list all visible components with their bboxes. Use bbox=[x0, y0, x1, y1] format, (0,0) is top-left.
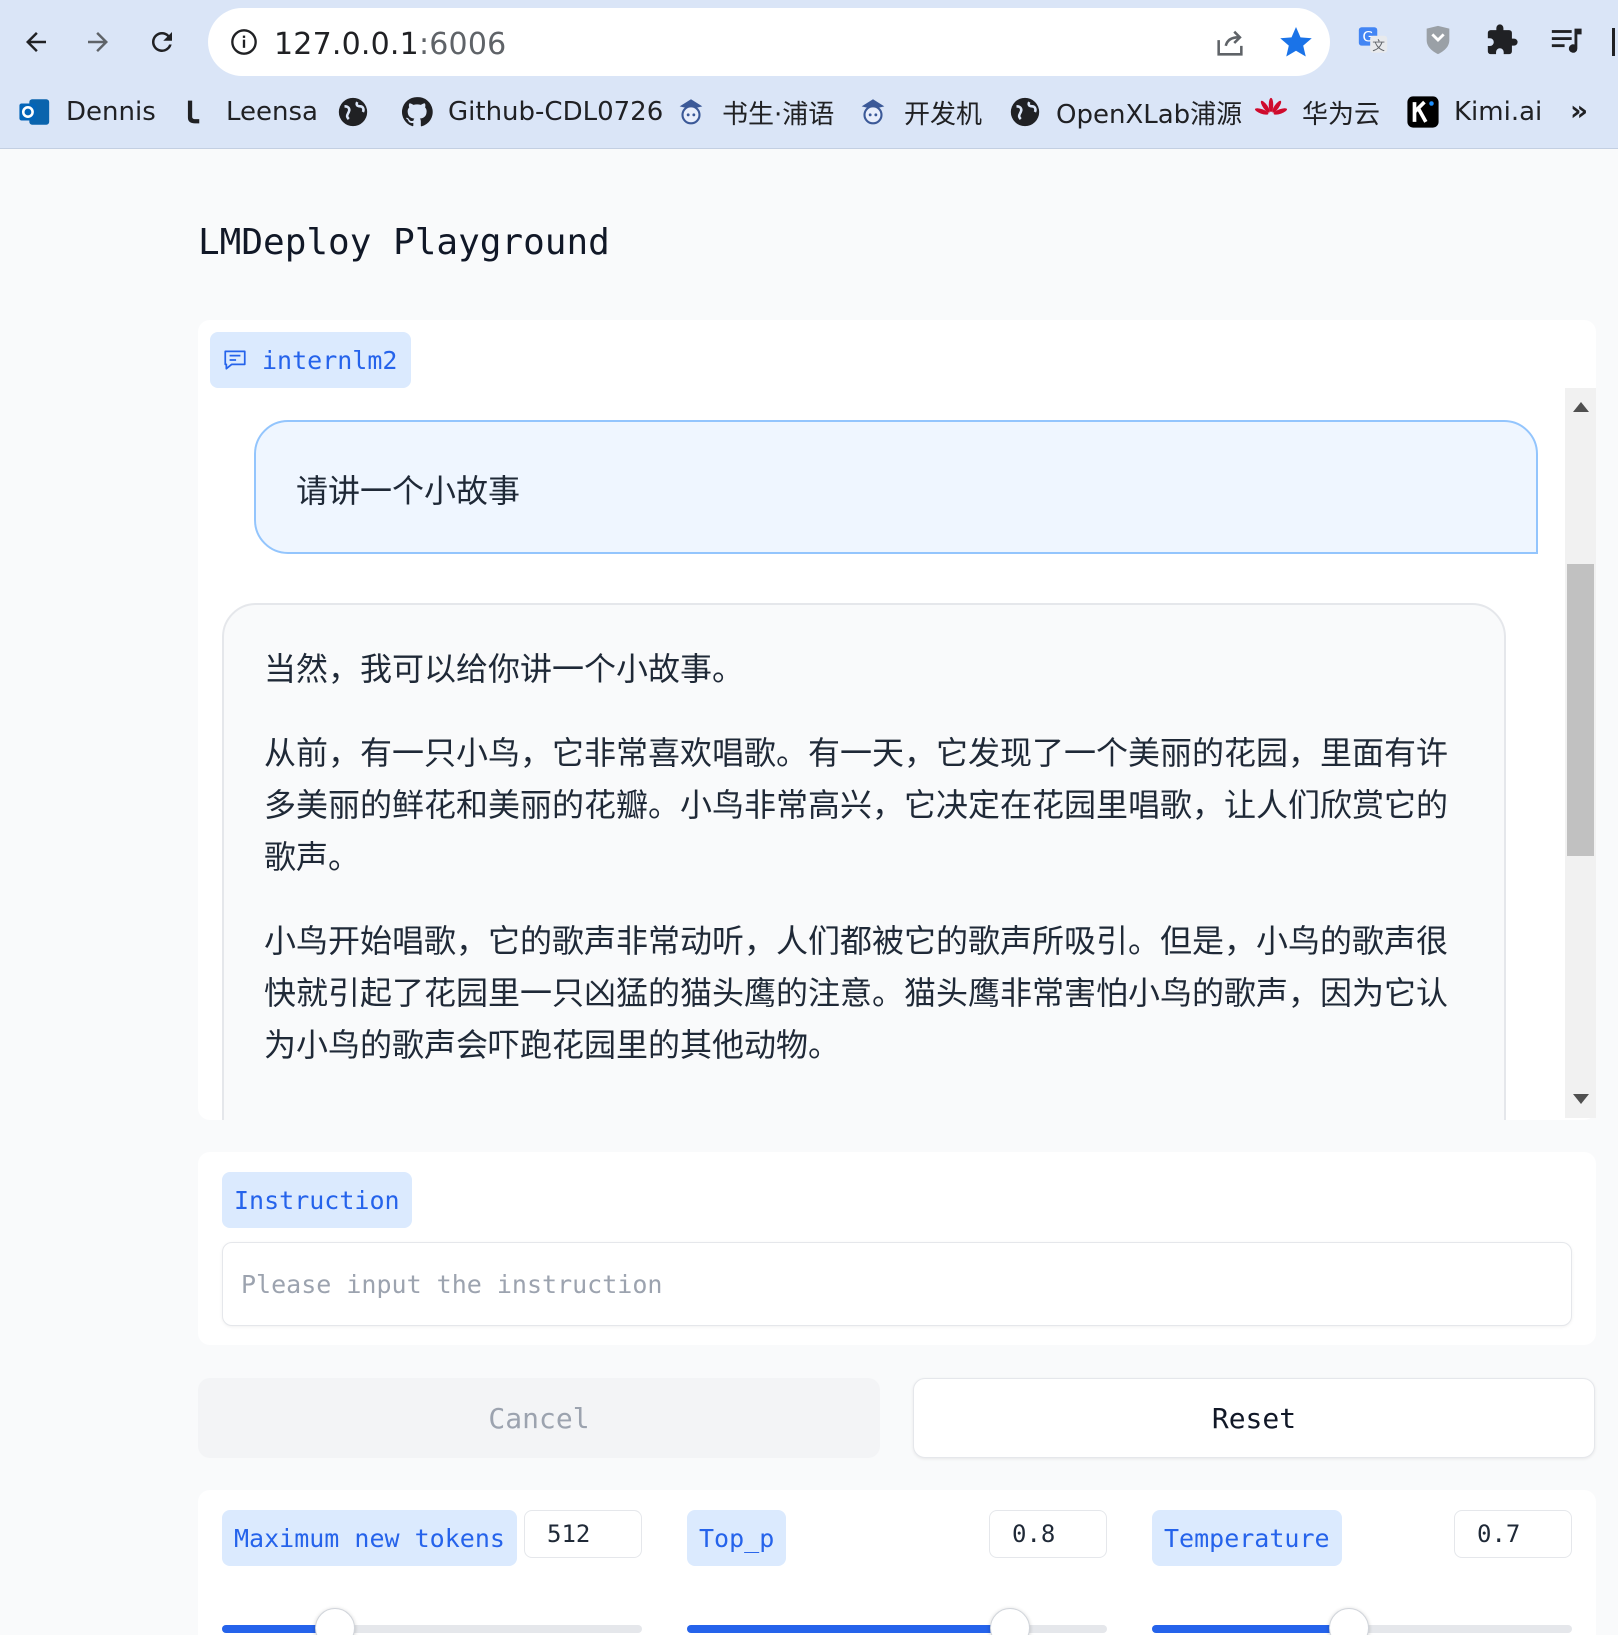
info-icon[interactable] bbox=[230, 28, 258, 56]
playlist-icon bbox=[1551, 28, 1582, 53]
chatbot-panel: internlm2 请讲一个小故事 当然，我可以给你讲一个小故事。 从前，有一只… bbox=[198, 320, 1596, 1120]
user-message-text: 请讲一个小故事 bbox=[296, 472, 521, 510]
bookmark-label: OpenXLab浦源 bbox=[1056, 99, 1243, 130]
share-icon[interactable] bbox=[1213, 26, 1247, 60]
bookmark-kimi[interactable]: Kimi.ai bbox=[1406, 92, 1542, 132]
globe-icon bbox=[336, 95, 370, 129]
puzzle-icon bbox=[1487, 24, 1518, 55]
address-bar[interactable]: 127.0.0.1:6006 bbox=[208, 8, 1330, 76]
bookmark-label: 开发机 bbox=[904, 99, 983, 130]
chat-icon bbox=[224, 350, 246, 370]
bookmark-openxlab[interactable]: OpenXLab浦源 bbox=[1008, 92, 1242, 132]
bookmark-huawei[interactable]: 华为云 bbox=[1254, 92, 1380, 132]
arrow-right-icon bbox=[88, 32, 108, 52]
bot-message-paragraph: 当然，我可以给你讲一个小故事。 bbox=[264, 650, 745, 688]
toolbar-edge bbox=[1612, 28, 1615, 56]
back-button[interactable] bbox=[12, 18, 60, 66]
slider-label: Top_p bbox=[687, 1510, 787, 1566]
bot-message-paragraph: 从前，有一只小鸟，它非常喜欢唱歌。有一天，它发现了一个美丽的花园，里面有许多美丽… bbox=[264, 734, 1449, 876]
bot-message-paragraph: 小鸟开始唱歌，它的歌声非常动听，人们都被它的歌声所吸引。但是，小鸟的歌声很快就引… bbox=[264, 922, 1449, 1064]
outlook-icon bbox=[18, 95, 52, 129]
scroll-down-arrow-icon[interactable] bbox=[1573, 1094, 1589, 1104]
chatbot-label: internlm2 bbox=[210, 332, 412, 388]
top-p-number-input[interactable]: 0.8 bbox=[989, 1510, 1107, 1558]
kimi-icon bbox=[1406, 95, 1440, 129]
bookmark-leensa[interactable]: Leensa bbox=[178, 92, 318, 132]
slider-track[interactable] bbox=[687, 1608, 1107, 1635]
top-p-slider: Top_p 0.8 bbox=[687, 1510, 1107, 1635]
slider-fill bbox=[1152, 1625, 1350, 1633]
slider-handle[interactable] bbox=[1329, 1608, 1370, 1635]
bookmark-label: Leensa bbox=[226, 97, 318, 127]
shield-icon bbox=[1426, 25, 1450, 55]
github-icon bbox=[400, 95, 434, 129]
bookmarks-bar: Dennis Leensa Github-CDL0726 书生·浦语 开发机 O… bbox=[0, 86, 1618, 142]
bookmark-star-icon[interactable] bbox=[1278, 24, 1314, 60]
bookmark-label: Dennis bbox=[66, 97, 156, 127]
temperature-slider: Temperature 0.7 bbox=[1152, 1510, 1572, 1635]
bookmark-shusheng[interactable]: 书生·浦语 bbox=[674, 92, 834, 132]
svg-text:文: 文 bbox=[1372, 39, 1385, 54]
slider-track[interactable] bbox=[1152, 1608, 1572, 1635]
slider-label: Maximum new tokens bbox=[222, 1510, 517, 1566]
shusheng-icon bbox=[856, 95, 890, 129]
chat-scrollbar[interactable] bbox=[1565, 388, 1596, 1118]
max-new-tokens-slider: Maximum new tokens 512 bbox=[222, 1510, 642, 1635]
translate-icon: G文 bbox=[1358, 27, 1388, 54]
bookmark-label: 华为云 bbox=[1302, 99, 1381, 130]
slider-track[interactable] bbox=[222, 1608, 642, 1635]
scroll-up-arrow-icon[interactable] bbox=[1573, 402, 1589, 412]
instruction-label: Instruction bbox=[222, 1172, 412, 1228]
bookmark-label: 书生·浦语 bbox=[722, 99, 835, 130]
temperature-number-input[interactable]: 0.7 bbox=[1454, 1510, 1572, 1558]
bookmark-devmachine[interactable]: 开发机 bbox=[856, 92, 982, 132]
reload-icon bbox=[151, 31, 172, 52]
shield-extension[interactable] bbox=[1418, 20, 1458, 60]
user-message: 请讲一个小故事 bbox=[254, 420, 1538, 554]
shusheng-icon bbox=[674, 95, 708, 129]
bookmarks-overflow-button[interactable]: » bbox=[1570, 94, 1588, 127]
url-host: 127.0.0.1 bbox=[274, 27, 419, 62]
reset-button[interactable]: Reset bbox=[913, 1378, 1595, 1458]
leensa-icon bbox=[178, 95, 212, 129]
chatbot-model-name: internlm2 bbox=[262, 345, 398, 375]
page-title: LMDeploy Playground bbox=[198, 222, 610, 263]
max-new-tokens-number-input[interactable]: 512 bbox=[524, 1510, 642, 1558]
slider-fill bbox=[687, 1625, 1011, 1633]
url-port: :6006 bbox=[418, 27, 507, 62]
browser-chrome: 127.0.0.1:6006 G文 Dennis Leensa Github-C… bbox=[0, 0, 1618, 149]
bookmark-label: Github-CDL0726 bbox=[448, 97, 664, 127]
bookmark-label: Kimi.ai bbox=[1454, 97, 1543, 127]
extensions-button[interactable] bbox=[1482, 20, 1522, 60]
url-text[interactable]: 127.0.0.1:6006 bbox=[274, 27, 506, 62]
forward-button[interactable] bbox=[74, 18, 122, 66]
slider-handle[interactable] bbox=[990, 1608, 1031, 1635]
translate-extension[interactable]: G文 bbox=[1353, 20, 1393, 60]
bot-message: 当然，我可以给你讲一个小故事。 从前，有一只小鸟，它非常喜欢唱歌。有一天，它发现… bbox=[222, 603, 1506, 1120]
bookmark-dennis[interactable]: Dennis bbox=[18, 92, 156, 132]
scrollbar-thumb[interactable] bbox=[1567, 564, 1594, 856]
reading-list-button[interactable] bbox=[1546, 20, 1586, 60]
bookmark-globe[interactable] bbox=[336, 92, 370, 132]
bookmark-github[interactable]: Github-CDL0726 bbox=[400, 92, 663, 132]
cancel-button[interactable]: Cancel bbox=[198, 1378, 880, 1458]
instruction-panel: Instruction bbox=[198, 1152, 1596, 1345]
generation-settings-panel: Maximum new tokens 512 Top_p 0.8 Tempera… bbox=[198, 1490, 1596, 1635]
arrow-left-icon bbox=[26, 32, 46, 52]
slider-handle[interactable] bbox=[315, 1608, 356, 1635]
instruction-input[interactable] bbox=[222, 1242, 1572, 1326]
globe-icon bbox=[1008, 95, 1042, 129]
reload-button[interactable] bbox=[138, 18, 186, 66]
huawei-icon bbox=[1254, 95, 1288, 129]
slider-label: Temperature bbox=[1152, 1510, 1342, 1566]
